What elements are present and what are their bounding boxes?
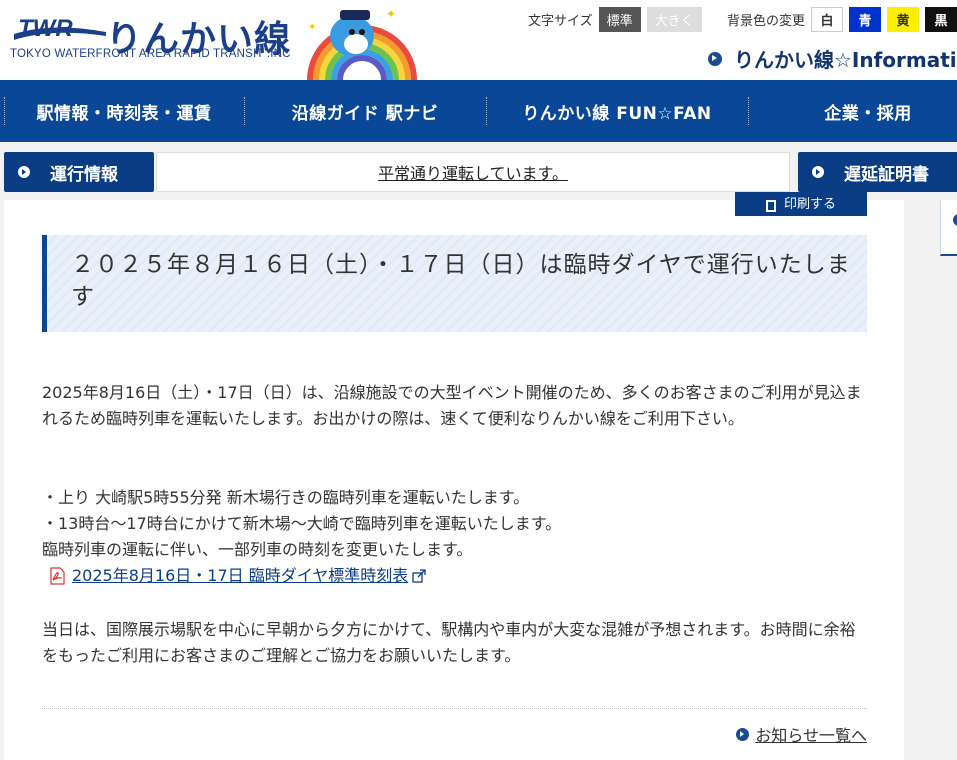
bg-white-button[interactable]: 白 (811, 6, 844, 32)
delay-certificate-label: 遅延証明書 (844, 164, 929, 185)
operation-info-button[interactable]: 運行情報 (4, 152, 154, 192)
article-title: ２０２５年８月１６日（土）・１７日（日）は臨時ダイヤで運行いたします (71, 252, 851, 310)
bg-color-label: 背景色の変更 (727, 13, 806, 29)
nav-item-station-info[interactable]: 駅情報・時刻表・運賃 (4, 80, 244, 142)
timetable-pdf-link[interactable]: 2025年8月16日・17日 臨時ダイヤ標準時刻表 (72, 563, 408, 589)
mascot-rainbow-icon: ✦ ✦ (307, 7, 417, 80)
arrow-circle-icon (736, 727, 750, 741)
arrow-circle-icon (708, 51, 722, 66)
arrow-circle-icon (953, 214, 957, 226)
site-header: TWR りんかい線 TOKYO WATERFRONT AREA RAPID TR… (0, 0, 957, 80)
list-item: ・13時台～17時台にかけて新木場～大崎で臨時列車を運転いたします。 (42, 514, 562, 533)
pdf-icon (50, 567, 65, 585)
font-size-standard-button[interactable]: 標準 (598, 6, 641, 32)
font-size-label: 文字サイズ (528, 13, 593, 29)
article-details: ・上り 大崎駅5時55分発 新木場行きの臨時列車を運転いたします。 ・13時台～… (42, 485, 867, 589)
printer-icon (765, 200, 776, 212)
delay-certificate-button[interactable]: 遅延証明書 (798, 152, 957, 192)
operation-status-text[interactable]: 平常通り運転しています。 (378, 160, 568, 184)
nav-item-fun-fan[interactable]: りんかい線 FUN☆FAN (486, 80, 748, 142)
article-title-box: ２０２５年８月１６日（土）・１７日（日）は臨時ダイヤで運行いたします (42, 235, 867, 332)
twr-logo-mark-icon: TWR (14, 15, 106, 42)
font-size-large-button[interactable]: 大きく (646, 6, 702, 32)
article-note: 臨時列車の運転に伴い、一部列車の時刻を変更いたします。 (42, 540, 473, 559)
site-logo[interactable]: TWR りんかい線 TOKYO WATERFRONT AREA RAPID TR… (8, 6, 298, 72)
print-label: 印刷する (783, 197, 836, 212)
arrow-circle-icon (812, 166, 824, 178)
external-link-icon (412, 569, 426, 583)
list-item: ・上り 大崎駅5時55分発 新木場行きの臨時列車を運転いたします。 (42, 488, 530, 507)
bg-blue-button[interactable]: 青 (849, 6, 882, 32)
operation-status-message[interactable]: 平常通り運転しています。 (156, 152, 790, 192)
bg-black-button[interactable]: 黒 (925, 6, 957, 32)
logo-subtitle: TOKYO WATERFRONT AREA RAPID TRANSIT .INC (10, 48, 291, 60)
font-size-controls: 文字サイズ 標準 大きく (528, 6, 702, 32)
global-nav: 駅情報・時刻表・運賃 沿線ガイド 駅ナビ りんかい線 FUN☆FAN 企業・採用 (0, 80, 957, 142)
bg-yellow-button[interactable]: 黄 (887, 6, 920, 32)
pdf-link-row[interactable]: 2025年8月16日・17日 臨時ダイヤ標準時刻表 (42, 563, 867, 589)
news-list-link-label: お知らせ一覧へ (755, 726, 867, 745)
nav-item-line-guide[interactable]: 沿線ガイド 駅ナビ (244, 80, 486, 142)
print-button[interactable]: 印刷する (735, 192, 867, 216)
news-list-link[interactable]: お知らせ一覧へ (736, 722, 867, 746)
svg-text:✦: ✦ (308, 22, 316, 33)
background-color-controls: 背景色の変更 白 青 黄 黒 (727, 6, 957, 32)
information-link-label: りんかい線☆Information (734, 48, 957, 72)
sidebar-fragment[interactable] (940, 200, 957, 256)
operation-info-label: 運行情報 (50, 164, 118, 185)
arrow-circle-icon (18, 166, 30, 178)
article-paragraph-crowding: 当日は、国際展示場駅を中心に早朝から夕方にかけて、駅構内や車内が大変な混雑が予想… (42, 620, 856, 665)
svg-text:TWR: TWR (18, 15, 73, 42)
nav-item-company[interactable]: 企業・採用 (748, 80, 957, 142)
article-paragraph-intro: 2025年8月16日（土）・17日（日）は、沿線施設での大型イベント開催のため、… (42, 383, 862, 428)
svg-text:✦: ✦ (386, 7, 396, 21)
divider (42, 708, 867, 709)
information-link[interactable]: りんかい線☆Information (708, 44, 957, 73)
